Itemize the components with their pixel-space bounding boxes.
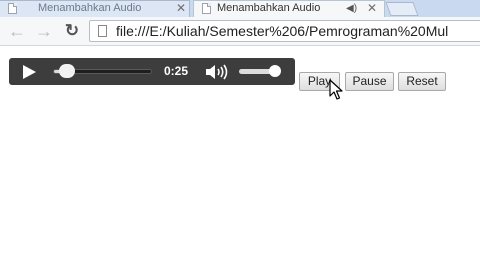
speaker-small-icon: ◀) xyxy=(346,3,358,14)
tab-title: Menambahkan Audio xyxy=(38,2,142,14)
play-icon[interactable] xyxy=(23,65,36,79)
tab-title: Menambahkan Audio xyxy=(217,2,321,14)
current-time: 0:25 xyxy=(163,64,189,78)
reset-button[interactable]: Reset xyxy=(398,72,446,91)
back-arrow-icon[interactable]: ← xyxy=(7,21,27,41)
page-favicon-icon xyxy=(8,3,17,14)
pause-button[interactable]: Pause xyxy=(345,72,394,91)
close-tab-icon[interactable]: ✕ xyxy=(367,1,377,16)
close-tab-icon[interactable]: ✕ xyxy=(176,1,186,16)
new-tab-button[interactable] xyxy=(385,2,419,16)
page-icon xyxy=(98,25,107,37)
forward-arrow-icon[interactable]: → xyxy=(34,21,54,41)
page-favicon-icon xyxy=(202,3,211,14)
address-url[interactable]: file:///E:/Kuliah/Semester%206/Pemrogram… xyxy=(116,21,448,41)
mouse-cursor-icon xyxy=(329,79,343,100)
tab-strip: Menambahkan Audio ✕ Menambahkan Audio ◀)… xyxy=(0,0,480,17)
volume-thumb[interactable] xyxy=(269,65,281,77)
reload-icon[interactable]: ↻ xyxy=(62,21,82,41)
browser-toolbar: ← → ↻ file:///E:/Kuliah/Semester%206/Pem… xyxy=(0,17,480,46)
volume-icon[interactable] xyxy=(205,64,229,80)
address-bar[interactable]: file:///E:/Kuliah/Semester%206/Pemrogram… xyxy=(89,20,480,42)
seek-thumb[interactable] xyxy=(59,64,75,78)
tab-inactive[interactable]: Menambahkan Audio ✕ xyxy=(0,0,190,17)
audio-player: 0:25 xyxy=(9,58,295,85)
tab-active[interactable]: Menambahkan Audio ◀) ✕ xyxy=(193,0,385,17)
